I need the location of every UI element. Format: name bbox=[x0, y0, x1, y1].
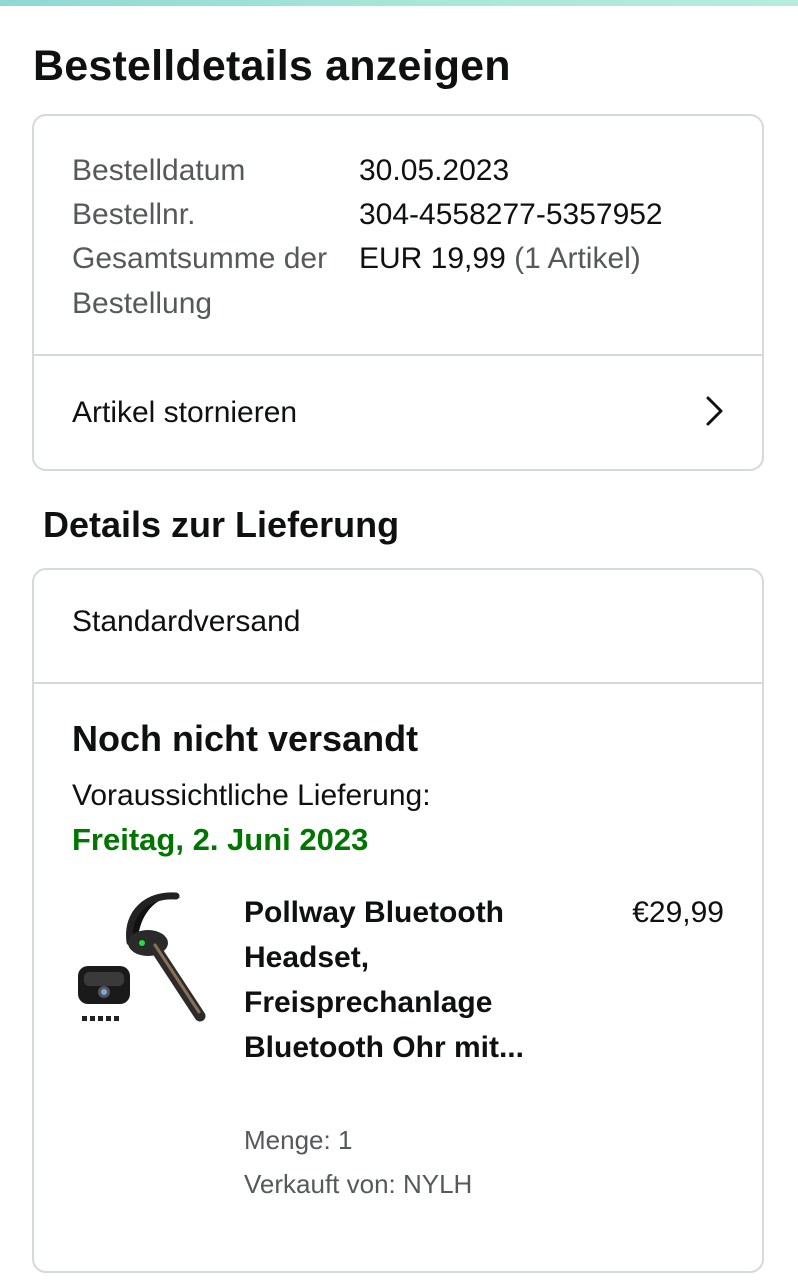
product-seller: Verkauft von: NYLH bbox=[244, 1169, 473, 1199]
product-price: €29,99 bbox=[632, 896, 724, 929]
top-accent-bar bbox=[0, 0, 798, 6]
order-date-label: Bestelldatum bbox=[72, 154, 246, 187]
order-total-value: EUR 19,99 (1 Artikel) bbox=[359, 236, 641, 281]
shipment-status: Noch nicht versandt bbox=[72, 718, 419, 759]
order-total-label: Gesamtsumme der Bestellung bbox=[72, 242, 328, 320]
estimated-delivery-label: Voraussichtliche Lieferung: bbox=[72, 779, 431, 812]
order-date-value: 30.05.2023 bbox=[359, 154, 510, 187]
order-total-amount: EUR 19,99 bbox=[359, 242, 506, 275]
order-summary-card: Bestelldatum 30.05.2023 Bestellnr. 304-4… bbox=[32, 114, 764, 471]
order-item-count: (1 Artikel) bbox=[514, 242, 641, 275]
page-title: Bestelldetails anzeigen bbox=[33, 42, 511, 90]
product-image[interactable] bbox=[76, 888, 216, 1028]
shipping-method: Standardversand bbox=[72, 605, 301, 638]
estimated-delivery-date: Freitag, 2. Juni 2023 bbox=[72, 822, 369, 857]
card-divider bbox=[34, 682, 762, 684]
order-number-value: 304-4558277-5357952 bbox=[359, 198, 663, 231]
chevron-right-icon bbox=[706, 396, 723, 426]
order-number-label: Bestellnr. bbox=[72, 198, 196, 231]
product-quantity: Menge: 1 bbox=[244, 1125, 353, 1155]
delivery-card: Standardversand Noch nicht versandt Vora… bbox=[32, 568, 764, 1273]
cancel-items-label: Artikel stornieren bbox=[72, 395, 298, 429]
product-title-link[interactable]: Pollway Bluetooth Headset, Freisprechanl… bbox=[244, 890, 554, 1070]
cancel-items-button[interactable]: Artikel stornieren bbox=[34, 356, 762, 469]
delivery-section-title: Details zur Lieferung bbox=[43, 504, 400, 545]
